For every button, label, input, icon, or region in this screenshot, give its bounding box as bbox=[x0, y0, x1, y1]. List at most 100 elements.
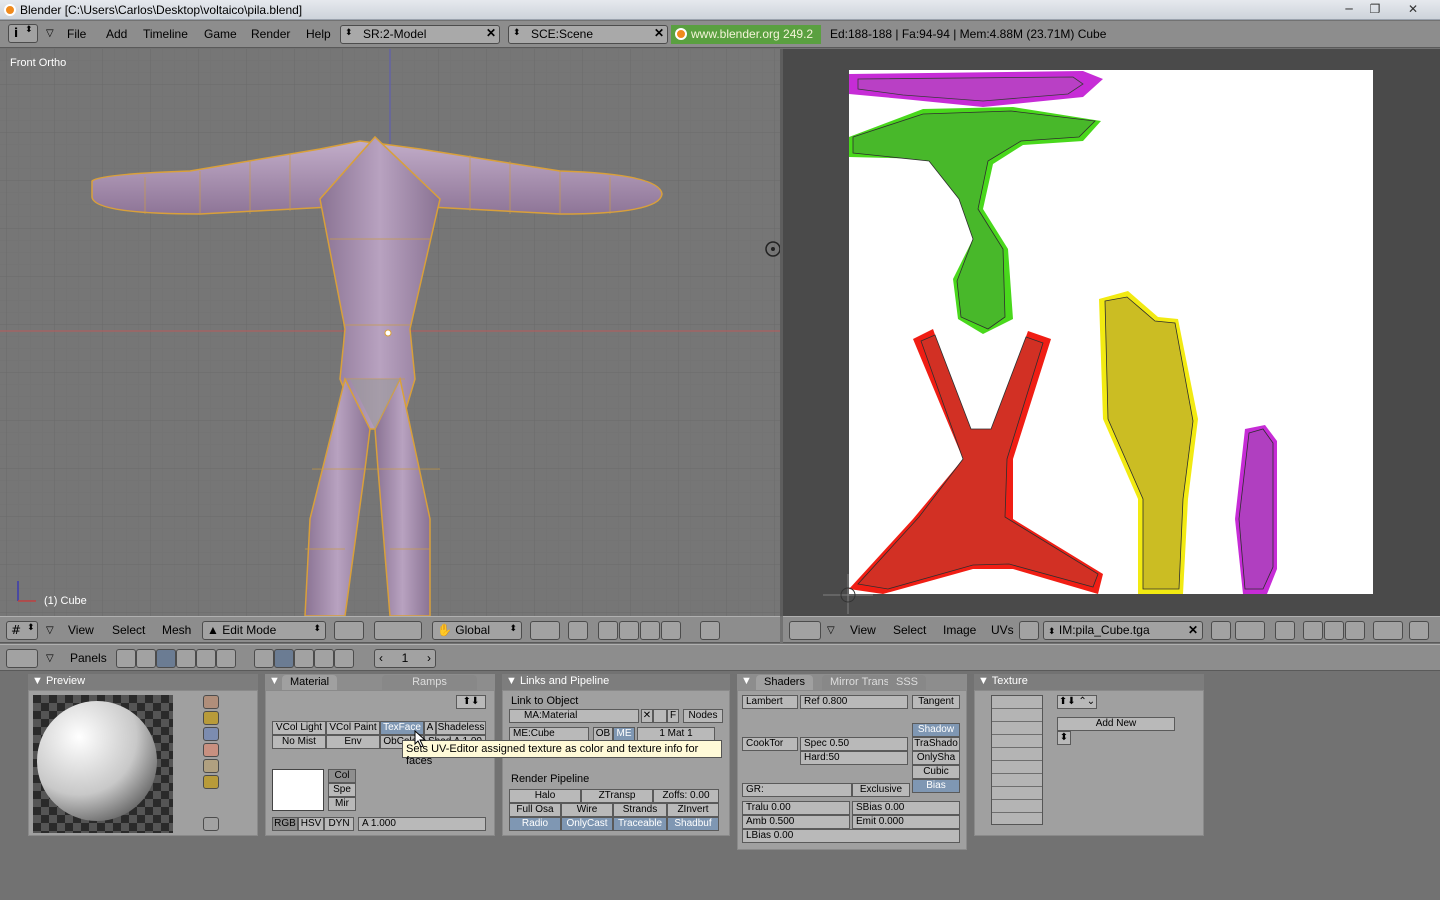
object-context-icon[interactable] bbox=[176, 649, 196, 668]
onlycast-button[interactable]: OnlyCast bbox=[561, 817, 613, 831]
amb-slider[interactable]: Amb 0.500 bbox=[742, 815, 850, 829]
no-mist-button[interactable]: No Mist bbox=[272, 735, 326, 749]
zoffs-field[interactable]: Zoffs: 0.00 bbox=[653, 789, 719, 803]
screen-selector[interactable]: ⬍ SR:2-Model ✕ bbox=[340, 25, 500, 44]
menu-mesh[interactable]: Mesh bbox=[162, 623, 191, 637]
hsv-button[interactable]: HSV bbox=[298, 817, 324, 831]
lamp-tab-icon[interactable] bbox=[254, 649, 274, 668]
edge-select-icon[interactable] bbox=[619, 621, 639, 640]
material-datablock[interactable]: MA:Material bbox=[509, 709, 639, 723]
tangent-button[interactable]: Tangent bbox=[912, 695, 960, 709]
scene-delete-icon[interactable]: ✕ bbox=[654, 26, 664, 40]
strands-button[interactable]: Strands bbox=[613, 803, 667, 817]
3d-scene-canvas[interactable] bbox=[0, 49, 780, 616]
transform-orientation-selector[interactable]: ✋ Global ⬍ bbox=[432, 621, 522, 640]
uv-pivot-icon[interactable] bbox=[1373, 621, 1403, 640]
exclusive-button[interactable]: Exclusive bbox=[852, 783, 910, 797]
specular-shader-selector[interactable]: CookTor bbox=[742, 737, 798, 751]
trashado-button[interactable]: TraShado bbox=[912, 737, 960, 751]
dyn-button[interactable]: DYN bbox=[324, 817, 354, 831]
full-osa-button[interactable]: Full Osa bbox=[509, 803, 561, 817]
uv-sync-icon[interactable] bbox=[1235, 621, 1265, 640]
preview-flat-icon[interactable] bbox=[203, 695, 219, 709]
material-index-field[interactable]: 1 Mat 1 bbox=[637, 727, 715, 741]
proportional-edit-icon[interactable] bbox=[530, 621, 560, 640]
draw-type-icon[interactable] bbox=[334, 621, 364, 640]
preview-light-icon[interactable] bbox=[203, 817, 219, 831]
uv-menu-uvs[interactable]: UVs bbox=[991, 623, 1014, 637]
me-link-button[interactable]: ME bbox=[613, 727, 635, 741]
image-editor-type-icon[interactable] bbox=[789, 621, 821, 640]
ref-slider[interactable]: Ref 0.800 bbox=[800, 695, 908, 709]
image-pin-icon[interactable] bbox=[1211, 621, 1231, 640]
frame-prev-icon[interactable]: ‹ bbox=[379, 651, 383, 665]
render-preview-icon[interactable] bbox=[700, 621, 720, 640]
collapse-menu-icon[interactable]: ▽ bbox=[827, 625, 835, 636]
mesh-datablock[interactable]: ME:Cube bbox=[509, 727, 589, 741]
copy-paste-icon[interactable]: ⬆⬇ bbox=[456, 695, 486, 709]
ob-link-button[interactable]: OB bbox=[593, 727, 613, 741]
paint-brush-icon[interactable] bbox=[1019, 621, 1039, 640]
image-selector[interactable]: ⬍ IM:pila_Cube.tga ✕ bbox=[1043, 621, 1203, 640]
group-field[interactable]: GR: bbox=[742, 783, 852, 797]
screen-delete-icon[interactable]: ✕ bbox=[486, 26, 496, 40]
menu-game[interactable]: Game bbox=[204, 27, 237, 41]
sticky-select-icon[interactable] bbox=[1275, 621, 1295, 640]
close-window-button[interactable]: ✕ bbox=[1400, 1, 1426, 17]
mode-selector[interactable]: ▲ Edit Mode ⬍ bbox=[202, 621, 326, 640]
vcol-light-button[interactable]: VCol Light bbox=[272, 721, 326, 735]
shadow-button[interactable]: Shadow bbox=[912, 723, 960, 737]
cubic-button[interactable]: Cubic bbox=[912, 765, 960, 779]
blender-version-link[interactable]: www.blender.org 249.2 bbox=[671, 25, 821, 44]
spe-button[interactable]: Spe bbox=[328, 783, 356, 797]
scene-context-icon[interactable] bbox=[216, 649, 236, 668]
tab-shaders[interactable]: Shaders bbox=[756, 675, 813, 691]
menu-help[interactable]: Help bbox=[306, 27, 331, 41]
wire-button[interactable]: Wire bbox=[561, 803, 613, 817]
texture-panel-header[interactable]: ▼ Texture bbox=[974, 674, 1204, 690]
tralu-slider[interactable]: Tralu 0.00 bbox=[742, 801, 850, 815]
info-editor-type-icon[interactable]: i ⬍ bbox=[8, 24, 38, 43]
uv-canvas[interactable] bbox=[783, 49, 1440, 616]
shading-context-icon[interactable] bbox=[156, 649, 176, 668]
material-unlink-icon[interactable]: ✕ bbox=[641, 709, 653, 723]
occlude-icon[interactable] bbox=[568, 621, 588, 640]
preview-sky-icon[interactable] bbox=[203, 775, 219, 789]
env-button[interactable]: Env bbox=[326, 735, 380, 749]
limit-selection-icon[interactable] bbox=[661, 621, 681, 640]
logic-context-icon[interactable] bbox=[116, 649, 136, 668]
vertex-select-icon[interactable] bbox=[598, 621, 618, 640]
script-context-icon[interactable] bbox=[136, 649, 156, 668]
sbias-slider[interactable]: SBias 0.00 bbox=[852, 801, 960, 815]
uv-face-icon[interactable] bbox=[1324, 621, 1344, 640]
spec-slider[interactable]: Spec 0.50 bbox=[800, 737, 908, 751]
hard-slider[interactable]: Hard:50 bbox=[800, 751, 908, 765]
color-swatches[interactable] bbox=[272, 769, 324, 811]
menu-view[interactable]: View bbox=[68, 623, 94, 637]
radio-button[interactable]: Radio bbox=[509, 817, 561, 831]
preview-cube-icon[interactable] bbox=[203, 727, 219, 741]
buttons-editor-type-icon[interactable] bbox=[6, 649, 38, 668]
mir-button[interactable]: Mir bbox=[328, 797, 356, 811]
editing-context-icon[interactable] bbox=[196, 649, 216, 668]
collapse-menu-icon[interactable]: ▽ bbox=[46, 625, 54, 636]
menu-add[interactable]: Add bbox=[106, 27, 127, 41]
lbias-slider[interactable]: LBias 0.00 bbox=[742, 829, 960, 843]
collapse-menu-icon[interactable]: ▽ bbox=[46, 653, 54, 664]
diffuse-shader-selector[interactable]: Lambert bbox=[742, 695, 798, 709]
maximize-button[interactable]: ❐ bbox=[1362, 1, 1388, 17]
preview-sphere-icon[interactable] bbox=[203, 711, 219, 725]
pivot-icon[interactable] bbox=[374, 621, 422, 640]
uv-snap-icon[interactable] bbox=[1409, 621, 1429, 640]
radiosity-tab-icon[interactable] bbox=[314, 649, 334, 668]
minimize-button[interactable]: ─ bbox=[1336, 1, 1362, 17]
halo-button[interactable]: Halo bbox=[509, 789, 581, 803]
tab-mirror-trans[interactable]: Mirror Trans bbox=[822, 675, 898, 691]
vcol-paint-button[interactable]: VCol Paint bbox=[326, 721, 380, 735]
zinvert-button[interactable]: ZInvert bbox=[667, 803, 719, 817]
onlysha-button[interactable]: OnlySha bbox=[912, 751, 960, 765]
alpha-slider[interactable]: A 1.000 bbox=[358, 817, 486, 831]
tab-sss[interactable]: SSS bbox=[888, 675, 927, 691]
menu-render[interactable]: Render bbox=[251, 27, 290, 41]
texture-tab-icon[interactable] bbox=[294, 649, 314, 668]
